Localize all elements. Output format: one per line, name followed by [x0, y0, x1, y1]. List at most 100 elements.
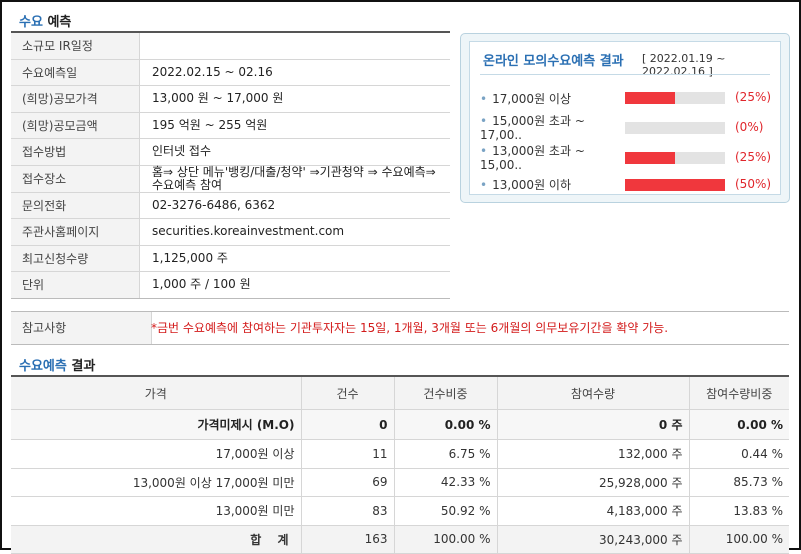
row-label: (희망)공모금액: [11, 112, 140, 139]
homepage-link[interactable]: securities.koreainvestment.com: [139, 218, 450, 246]
table-row: 단위 1,000 주 / 100 원: [11, 271, 450, 299]
table-cell: 30,243,000 주: [497, 525, 690, 554]
column-header: 참여수량: [497, 377, 690, 410]
mock-forecast-panel: 온라인 모의수요예측 결과 [ 2022.01.19 ~ 2022.02.16 …: [460, 33, 790, 203]
table-cell: 11: [301, 439, 395, 469]
table-cell: 13.83 %: [689, 496, 789, 526]
mock-percent: (0%): [735, 120, 764, 134]
table-cell: 132,000 주: [497, 439, 690, 469]
table-row: 수요예측일 2022.02.15 ~ 02.16: [11, 59, 450, 86]
row-label: 주관사홈페이지: [11, 218, 140, 246]
mock-bar: [625, 122, 725, 134]
row-label: 최고신청수량: [11, 245, 140, 272]
table-cell: 13,000원 이상 17,000원 미만: [11, 468, 302, 497]
table-cell: 17,000원 이상: [11, 439, 302, 469]
table-row: 17,000원 이상 11 6.75 % 132,000 주 0.44 %: [11, 439, 789, 469]
table-cell: 0 주: [497, 409, 690, 440]
row-value: 홈⇒ 상단 메뉴'뱅킹/대출/청약' ⇒기관청약 ⇒ 수요예측⇒ 수요예측 참여: [139, 165, 450, 193]
bullet-icon: •: [480, 178, 488, 192]
table-cell: 25,928,000 주: [497, 468, 690, 497]
table-row: 접수장소 홈⇒ 상단 메뉴'뱅킹/대출/청약' ⇒기관청약 ⇒ 수요예측⇒ 수요예…: [11, 165, 450, 193]
table-cell: 100.00 %: [394, 525, 498, 554]
mock-bar: [625, 92, 725, 104]
mock-option-label: 15,000원 초과 ~ 17,00..: [480, 114, 585, 142]
forecast-result-table: 가격 건수 건수비중 참여수량 참여수량비중 가격미제시 (M.O) 0 0.0…: [11, 377, 789, 554]
mock-bar-fill: [625, 92, 675, 104]
row-value: 13,000 원 ~ 17,000 원: [139, 85, 450, 113]
mock-bar-fill: [625, 179, 725, 191]
mock-option-label: 17,000원 이상: [492, 92, 572, 106]
table-row: 문의전화 02-3276-6486, 6362: [11, 192, 450, 219]
mock-option: • 15,000원 초과 ~ 17,00..: [480, 114, 630, 142]
table-cell: 4,183,000 주: [497, 496, 690, 526]
table-row: 최고신청수량 1,125,000 주: [11, 245, 450, 272]
row-label: 단위: [11, 271, 140, 299]
row-value: 1,000 주 / 100 원: [139, 271, 450, 299]
table-cell: 13,000원 미만: [11, 496, 302, 526]
row-value: 인터넷 접수: [139, 138, 450, 166]
mock-percent: (25%): [735, 150, 772, 164]
row-value: 2022.02.15 ~ 02.16: [139, 59, 450, 86]
table-cell: 0.44 %: [689, 439, 789, 469]
mock-forecast-title: 온라인 모의수요예측 결과: [483, 54, 624, 69]
table-cell: 6.75 %: [394, 439, 498, 469]
table-cell: 83: [301, 496, 395, 526]
note-label: 참고사항: [11, 312, 152, 344]
mock-bar: [625, 152, 725, 164]
forecast-result-title: 수요예측 결과: [19, 355, 95, 374]
table-cell: 0.00 %: [689, 409, 789, 440]
mock-option: • 13,000원 이하: [480, 178, 630, 192]
table-cell: 0: [301, 409, 395, 440]
mock-option-label: 13,000원 초과 ~ 15,00..: [480, 144, 585, 172]
mock-option-label: 13,000원 이하: [492, 178, 572, 192]
table-cell: 85.73 %: [689, 468, 789, 497]
table-row: 주관사홈페이지 securities.koreainvestment.com: [11, 218, 450, 246]
row-label: 문의전화: [11, 192, 140, 219]
demand-forecast-title: 수요 예측: [19, 11, 71, 30]
mock-percent: (25%): [735, 90, 772, 104]
bullet-icon: •: [480, 144, 488, 158]
row-label: (희망)공모가격: [11, 85, 140, 113]
mock-option: • 13,000원 초과 ~ 15,00..: [480, 144, 630, 172]
table-row: 13,000원 미만 83 50.92 % 4,183,000 주 13.83 …: [11, 496, 789, 526]
note-text: *금번 수요예측에 참여하는 기관투자자는 15일, 1개월, 3개월 또는 6…: [151, 321, 669, 335]
row-value: 1,125,000 주: [139, 245, 450, 272]
table-cell: 100.00 %: [689, 525, 789, 554]
table-cell: 42.33 %: [394, 468, 498, 497]
divider: [480, 74, 770, 75]
table-cell: 가격미제시 (M.O): [11, 409, 302, 440]
row-label: 수요예측일: [11, 59, 140, 86]
row-value: 195 억원 ~ 255 억원: [139, 112, 450, 139]
demand-forecast-title-rest: 예측: [42, 15, 72, 30]
table-row: (희망)공모금액 195 억원 ~ 255 억원: [11, 112, 450, 139]
mock-forecast-inner: 온라인 모의수요예측 결과 [ 2022.01.19 ~ 2022.02.16 …: [469, 41, 781, 195]
table-row: 가격미제시 (M.O) 0 0.00 % 0 주 0.00 %: [11, 409, 789, 440]
column-header: 건수비중: [394, 377, 498, 410]
table-cell: 163: [301, 525, 395, 554]
mock-bar: [625, 179, 725, 191]
table-cell: 50.92 %: [394, 496, 498, 526]
row-label: 접수방법: [11, 138, 140, 166]
mock-bar-fill: [625, 152, 675, 164]
column-header: 가격: [11, 377, 302, 410]
table-row: (희망)공모가격 13,000 원 ~ 17,000 원: [11, 85, 450, 113]
row-value: [139, 33, 450, 60]
table-cell: 69: [301, 468, 395, 497]
table-total-row: 합 계 163 100.00 % 30,243,000 주 100.00 %: [11, 525, 789, 554]
table-header-row: 가격 건수 건수비중 참여수량 참여수량비중: [11, 377, 789, 410]
column-header: 참여수량비중: [689, 377, 789, 410]
row-label: 접수장소: [11, 165, 140, 193]
mock-percent: (50%): [735, 177, 772, 191]
table-row: 13,000원 이상 17,000원 미만 69 42.33 % 25,928,…: [11, 468, 789, 497]
mock-option: • 17,000원 이상: [480, 92, 630, 106]
row-value: 02-3276-6486, 6362: [139, 192, 450, 219]
forecast-result-title-rest: 결과: [66, 359, 96, 374]
table-row: 접수방법 인터넷 접수: [11, 138, 450, 166]
note-row: 참고사항 *금번 수요예측에 참여하는 기관투자자는 15일, 1개월, 3개월…: [11, 311, 789, 345]
table-row: 소규모 IR일정: [11, 33, 450, 60]
table-cell: 0.00 %: [394, 409, 498, 440]
forecast-result-title-blue: 수요예측: [19, 359, 67, 374]
column-header: 건수: [301, 377, 395, 410]
bullet-icon: •: [480, 114, 488, 128]
row-label: 소규모 IR일정: [11, 33, 140, 60]
